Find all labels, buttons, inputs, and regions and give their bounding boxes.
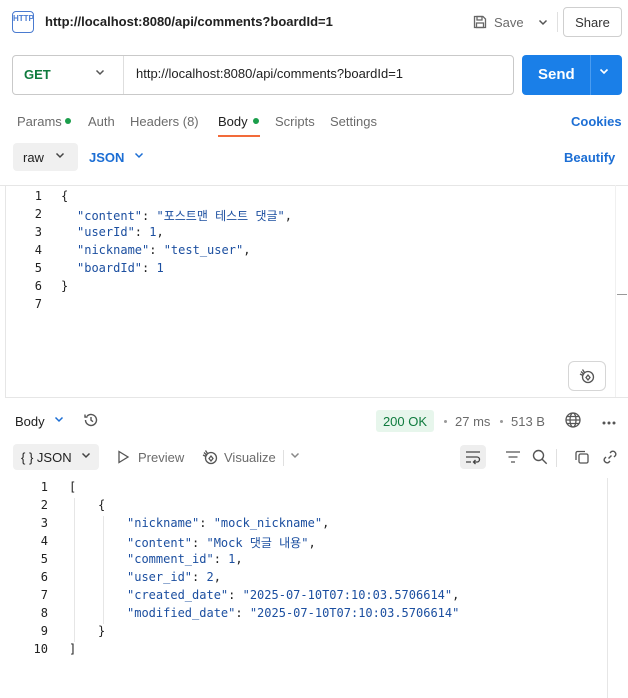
body-mode-label[interactable]: raw xyxy=(23,150,44,165)
divider xyxy=(5,397,628,398)
divider xyxy=(123,56,124,94)
history-icon[interactable] xyxy=(82,411,100,429)
divider xyxy=(590,55,591,95)
code-line: "boardId": 1 xyxy=(77,261,164,275)
link-icon[interactable] xyxy=(601,448,619,466)
line-number: 1 xyxy=(40,480,48,494)
visualize-chevron-down-icon[interactable] xyxy=(289,449,303,465)
copy-icon[interactable] xyxy=(573,448,591,466)
indent-guide xyxy=(103,516,104,624)
code-line: } xyxy=(61,279,69,293)
divider xyxy=(0,185,628,186)
response-scrollbar-track[interactable] xyxy=(607,478,608,698)
method-chevron-down-icon[interactable] xyxy=(94,66,108,82)
params-status-dot xyxy=(65,118,71,124)
visualize-button[interactable]: Visualize xyxy=(224,450,276,465)
save-icon xyxy=(473,15,487,29)
preview-icon[interactable] xyxy=(116,449,130,465)
code-line: ] xyxy=(69,642,77,656)
code-line: { xyxy=(61,189,69,203)
preview-button[interactable]: Preview xyxy=(138,450,184,465)
line-number: 4 xyxy=(34,243,42,257)
line-number: 5 xyxy=(40,552,48,566)
code-line: "nickname": "mock_nickname", xyxy=(127,516,330,530)
tab-auth[interactable]: Auth xyxy=(88,114,115,129)
line-number: 8 xyxy=(40,606,48,620)
tab-settings[interactable]: Settings xyxy=(330,114,377,129)
line-number: 1 xyxy=(34,189,42,203)
response-format-chevron-down-icon[interactable] xyxy=(80,449,94,465)
tab-headers[interactable]: Headers (8) xyxy=(130,114,199,129)
indent-guide xyxy=(74,498,75,642)
code-line: [ xyxy=(69,480,77,494)
tab-scripts[interactable]: Scripts xyxy=(275,114,315,129)
body-format-chevron-down-icon[interactable] xyxy=(133,149,147,165)
separator-dot xyxy=(500,420,503,423)
response-time[interactable]: 27 ms xyxy=(455,414,490,429)
globe-icon[interactable] xyxy=(564,411,582,429)
divider xyxy=(557,12,558,32)
line-number: 2 xyxy=(34,207,42,221)
response-view-chevron-down-icon[interactable] xyxy=(53,413,67,429)
tab-params[interactable]: Params xyxy=(17,114,62,129)
method-select[interactable]: GET xyxy=(24,67,51,82)
save-label: Save xyxy=(494,14,524,30)
code-line: } xyxy=(98,624,106,638)
tab-body[interactable]: Body xyxy=(218,114,248,129)
http-icon: HTTP xyxy=(12,11,34,33)
code-line: "modified_date": "2025-07-10T07:10:03.57… xyxy=(127,606,460,620)
editor-scrollbar-marker xyxy=(617,294,627,295)
eraser-icon xyxy=(579,369,595,384)
separator-dot xyxy=(444,420,447,423)
line-number: 3 xyxy=(40,516,48,530)
code-line: "user_id": 2, xyxy=(127,570,221,584)
line-number: 4 xyxy=(40,534,48,548)
divider xyxy=(556,449,557,467)
code-line: { xyxy=(98,498,106,512)
active-tab-indicator xyxy=(218,135,260,137)
editor-scrollbar-track[interactable] xyxy=(615,185,616,397)
code-line: "comment_id": 1, xyxy=(127,552,243,566)
send-label[interactable]: Send xyxy=(538,66,575,83)
response-view-select[interactable]: Body xyxy=(15,414,45,429)
send-options-chevron-down-icon[interactable] xyxy=(598,65,614,83)
eraser-button[interactable] xyxy=(568,361,606,391)
filter-icon[interactable] xyxy=(504,448,522,466)
search-icon[interactable] xyxy=(531,448,549,466)
divider xyxy=(5,185,6,397)
more-icon[interactable] xyxy=(601,413,617,429)
line-number: 5 xyxy=(34,261,42,275)
line-number: 6 xyxy=(34,279,42,293)
save-button[interactable]: Save xyxy=(472,8,524,36)
response-size[interactable]: 513 B xyxy=(511,414,545,429)
save-options-chevron-down-icon[interactable] xyxy=(532,8,554,36)
body-format-select[interactable]: JSON xyxy=(89,150,124,165)
line-number: 7 xyxy=(40,588,48,602)
divider xyxy=(283,450,284,466)
request-title: http://localhost:8080/api/comments?board… xyxy=(45,14,333,29)
body-status-dot xyxy=(253,118,259,124)
response-format-label[interactable]: { } JSON xyxy=(21,450,72,465)
code-line: "content": "포스트맨 테스트 댓글", xyxy=(77,209,292,223)
code-line: "nickname": "test_user", xyxy=(77,243,251,257)
body-mode-chevron-down-icon[interactable] xyxy=(54,149,68,165)
line-number: 7 xyxy=(34,297,42,311)
url-input[interactable] xyxy=(136,66,506,81)
line-number: 10 xyxy=(33,642,48,656)
line-number: 9 xyxy=(40,624,48,638)
status-badge[interactable]: 200 OK xyxy=(376,410,434,432)
wrap-lines-icon[interactable] xyxy=(464,448,482,466)
code-line: "userId": 1, xyxy=(77,225,164,239)
cookies-link[interactable]: Cookies xyxy=(571,114,622,129)
code-line: "created_date": "2025-07-10T07:10:03.570… xyxy=(127,588,460,602)
line-number: 2 xyxy=(40,498,48,512)
share-button[interactable]: Share xyxy=(563,7,622,37)
line-number: 6 xyxy=(40,570,48,584)
line-number: 3 xyxy=(34,225,42,239)
code-line: "content": "Mock 댓글 내용", xyxy=(127,536,316,550)
visualize-icon[interactable] xyxy=(201,448,219,466)
beautify-button[interactable]: Beautify xyxy=(564,150,615,165)
